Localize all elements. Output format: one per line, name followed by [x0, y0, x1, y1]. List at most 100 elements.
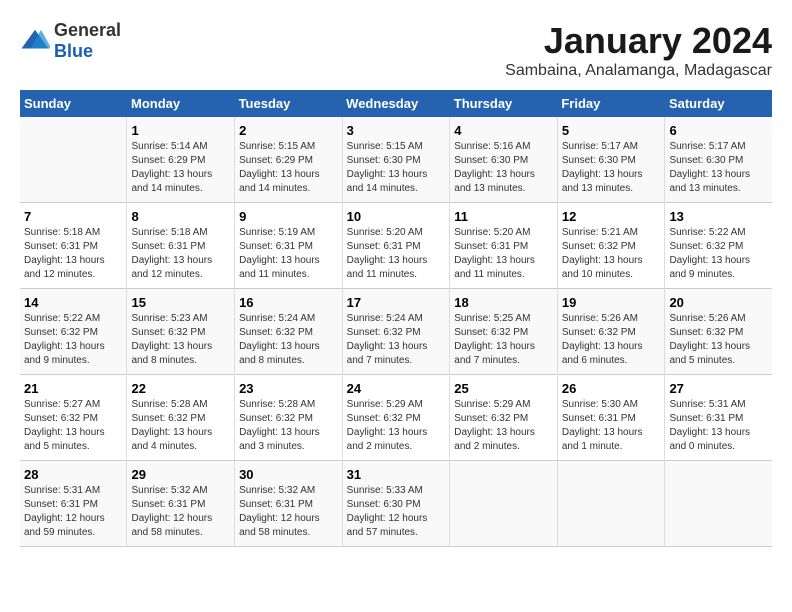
day-info: Sunrise: 5:17 AMSunset: 6:30 PMDaylight:…: [669, 140, 768, 196]
calendar-cell: 5Sunrise: 5:17 AMSunset: 6:30 PMDaylight…: [557, 117, 665, 203]
day-info: Sunrise: 5:19 AMSunset: 6:31 PMDaylight:…: [239, 226, 338, 282]
day-number: 15: [131, 295, 230, 310]
calendar-cell: 2 Sunrise: 5:15 AMSunset: 6:29 PMDaylight…: [235, 117, 343, 203]
calendar-cell: 15 Sunrise: 5:23 AMSunset: 6:32 PMDayligh…: [127, 289, 235, 375]
calendar-week-row: 14Sunrise: 5:22 AMSunset: 6:32 PMDayligh…: [20, 289, 772, 375]
day-number: 31: [347, 467, 446, 482]
calendar-cell: 17 Sunrise: 5:24 AMSunset: 6:32 PMDayligh…: [342, 289, 450, 375]
day-info: Sunrise: 5:33 AMSunset: 6:30 PMDaylight:…: [347, 484, 446, 540]
day-number: 12: [562, 209, 661, 224]
day-info: Sunrise: 5:32 AMSunset: 6:31 PMDaylight:…: [239, 484, 338, 540]
day-number: 11: [454, 209, 553, 224]
day-number: 29: [131, 467, 230, 482]
header-wednesday: Wednesday: [342, 90, 450, 117]
day-info: Sunrise: 5:24 AMSunset: 6:32 PMDaylight:…: [239, 312, 338, 368]
day-number: 8: [131, 209, 230, 224]
day-info: Sunrise: 5:24 AMSunset: 6:32 PMDaylight:…: [347, 312, 446, 368]
calendar-cell: [20, 117, 127, 203]
logo-text: General Blue: [54, 20, 121, 62]
main-title: January 2024: [505, 20, 772, 62]
day-number: 23: [239, 381, 338, 396]
day-number: 25: [454, 381, 553, 396]
day-info: Sunrise: 5:31 AMSunset: 6:31 PMDaylight:…: [669, 398, 768, 454]
day-number: 19: [562, 295, 661, 310]
day-info: Sunrise: 5:27 AMSunset: 6:32 PMDaylight:…: [24, 398, 122, 454]
header-tuesday: Tuesday: [235, 90, 343, 117]
calendar-cell: 12 Sunrise: 5:21 AMSunset: 6:32 PMDayligh…: [557, 203, 665, 289]
day-info: Sunrise: 5:32 AMSunset: 6:31 PMDaylight:…: [131, 484, 230, 540]
day-number: 27: [669, 381, 768, 396]
calendar-cell: 13 Sunrise: 5:22 AMSunset: 6:32 PMDayligh…: [665, 203, 772, 289]
calendar-week-row: 21 Sunrise: 5:27 AMSunset: 6:32 PMDayligh…: [20, 375, 772, 461]
day-number: 30: [239, 467, 338, 482]
calendar-table: SundayMondayTuesdayWednesdayThursdayFrid…: [20, 90, 772, 547]
day-number: 10: [347, 209, 446, 224]
day-number: 21: [24, 381, 122, 396]
day-number: 4: [454, 123, 553, 138]
calendar-cell: 19 Sunrise: 5:26 AMSunset: 6:32 PMDayligh…: [557, 289, 665, 375]
day-number: 1: [131, 123, 230, 138]
day-info: Sunrise: 5:14 AMSunset: 6:29 PMDaylight:…: [131, 140, 230, 196]
day-number: 26: [562, 381, 661, 396]
day-info: Sunrise: 5:29 AMSunset: 6:32 PMDaylight:…: [347, 398, 446, 454]
day-info: Sunrise: 5:15 AMSunset: 6:30 PMDaylight:…: [347, 140, 446, 196]
calendar-cell: 9 Sunrise: 5:19 AMSunset: 6:31 PMDaylight…: [235, 203, 343, 289]
day-info: Sunrise: 5:30 AMSunset: 6:31 PMDaylight:…: [562, 398, 661, 454]
day-info: Sunrise: 5:20 AMSunset: 6:31 PMDaylight:…: [454, 226, 553, 282]
title-section: January 2024 Sambaina, Analamanga, Madag…: [505, 20, 772, 80]
day-info: Sunrise: 5:26 AMSunset: 6:32 PMDaylight:…: [669, 312, 768, 368]
calendar-cell: 27 Sunrise: 5:31 AMSunset: 6:31 PMDayligh…: [665, 375, 772, 461]
day-info: Sunrise: 5:16 AMSunset: 6:30 PMDaylight:…: [454, 140, 553, 196]
calendar-cell: 30 Sunrise: 5:32 AMSunset: 6:31 PMDayligh…: [235, 461, 343, 547]
day-info: Sunrise: 5:22 AMSunset: 6:32 PMDaylight:…: [669, 226, 768, 282]
calendar-cell: 14Sunrise: 5:22 AMSunset: 6:32 PMDayligh…: [20, 289, 127, 375]
calendar-cell: 29 Sunrise: 5:32 AMSunset: 6:31 PMDayligh…: [127, 461, 235, 547]
header-sunday: Sunday: [20, 90, 127, 117]
day-number: 16: [239, 295, 338, 310]
day-number: 17: [347, 295, 446, 310]
calendar-cell: [665, 461, 772, 547]
day-number: 3: [347, 123, 446, 138]
subtitle: Sambaina, Analamanga, Madagascar: [505, 62, 772, 80]
calendar-cell: 8 Sunrise: 5:18 AMSunset: 6:31 PMDaylight…: [127, 203, 235, 289]
day-info: Sunrise: 5:22 AMSunset: 6:32 PMDaylight:…: [24, 312, 122, 368]
day-info: Sunrise: 5:15 AMSunset: 6:29 PMDaylight:…: [239, 140, 338, 196]
day-number: 18: [454, 295, 553, 310]
day-info: Sunrise: 5:28 AMSunset: 6:32 PMDaylight:…: [131, 398, 230, 454]
calendar-cell: 24 Sunrise: 5:29 AMSunset: 6:32 PMDayligh…: [342, 375, 450, 461]
day-number: 2: [239, 123, 338, 138]
day-info: Sunrise: 5:28 AMSunset: 6:32 PMDaylight:…: [239, 398, 338, 454]
day-number: 9: [239, 209, 338, 224]
calendar-cell: 28Sunrise: 5:31 AMSunset: 6:31 PMDayligh…: [20, 461, 127, 547]
day-number: 24: [347, 381, 446, 396]
day-info: Sunrise: 5:25 AMSunset: 6:32 PMDaylight:…: [454, 312, 553, 368]
day-info: Sunrise: 5:21 AMSunset: 6:32 PMDaylight:…: [562, 226, 661, 282]
day-number: 5: [562, 123, 661, 138]
day-number: 13: [669, 209, 768, 224]
calendar-cell: 6 Sunrise: 5:17 AMSunset: 6:30 PMDaylight…: [665, 117, 772, 203]
day-number: 7: [24, 209, 122, 224]
calendar-cell: 18 Sunrise: 5:25 AMSunset: 6:32 PMDayligh…: [450, 289, 558, 375]
calendar-cell: 10 Sunrise: 5:20 AMSunset: 6:31 PMDayligh…: [342, 203, 450, 289]
header-saturday: Saturday: [665, 90, 772, 117]
day-number: 22: [131, 381, 230, 396]
calendar-cell: 3 Sunrise: 5:15 AMSunset: 6:30 PMDaylight…: [342, 117, 450, 203]
calendar-week-row: 7 Sunrise: 5:18 AMSunset: 6:31 PMDaylight…: [20, 203, 772, 289]
calendar-cell: 11 Sunrise: 5:20 AMSunset: 6:31 PMDayligh…: [450, 203, 558, 289]
header-thursday: Thursday: [450, 90, 558, 117]
calendar-cell: [450, 461, 558, 547]
day-info: Sunrise: 5:29 AMSunset: 6:32 PMDaylight:…: [454, 398, 553, 454]
calendar-cell: 16 Sunrise: 5:24 AMSunset: 6:32 PMDayligh…: [235, 289, 343, 375]
page-header: General Blue January 2024 Sambaina, Anal…: [20, 20, 772, 80]
day-number: 6: [669, 123, 768, 138]
day-info: Sunrise: 5:23 AMSunset: 6:32 PMDaylight:…: [131, 312, 230, 368]
calendar-cell: 25 Sunrise: 5:29 AMSunset: 6:32 PMDayligh…: [450, 375, 558, 461]
day-info: Sunrise: 5:20 AMSunset: 6:31 PMDaylight:…: [347, 226, 446, 282]
day-info: Sunrise: 5:31 AMSunset: 6:31 PMDaylight:…: [24, 484, 122, 540]
calendar-cell: [557, 461, 665, 547]
day-info: Sunrise: 5:26 AMSunset: 6:32 PMDaylight:…: [562, 312, 661, 368]
logo: General Blue: [20, 20, 121, 62]
header-friday: Friday: [557, 90, 665, 117]
header-monday: Monday: [127, 90, 235, 117]
day-info: Sunrise: 5:18 AMSunset: 6:31 PMDaylight:…: [131, 226, 230, 282]
